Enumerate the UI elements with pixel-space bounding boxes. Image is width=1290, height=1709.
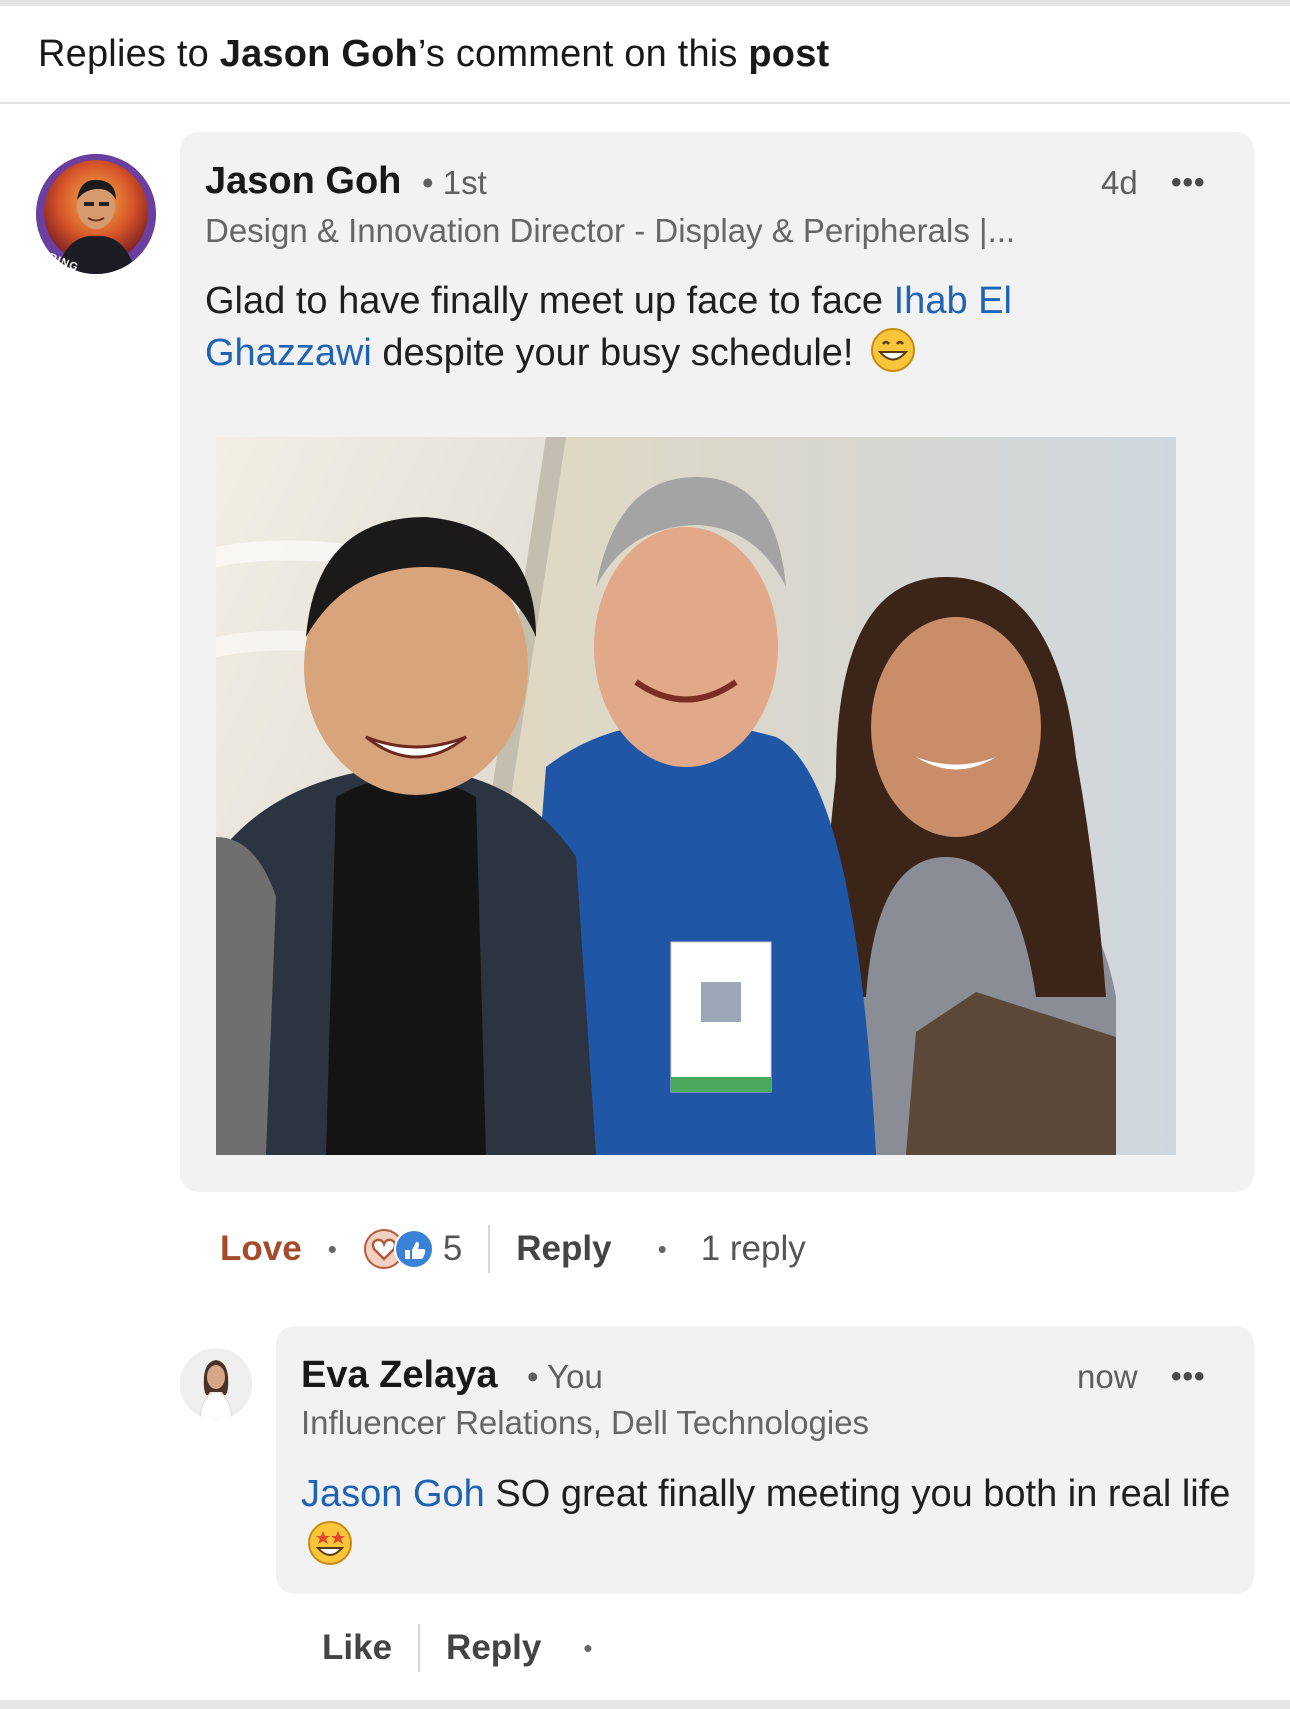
comment-actions: Love • 5 Reply • 1 reply xyxy=(220,1224,806,1274)
comment-author-name[interactable]: Jason Goh xyxy=(205,160,401,203)
comment-text-before: Glad to have finally meet up face to fac… xyxy=(205,280,894,322)
title-post-link[interactable]: post xyxy=(748,33,829,76)
grinning-face-icon xyxy=(871,328,916,372)
reply-button[interactable]: Reply xyxy=(516,1229,611,1269)
comment-photo[interactable] xyxy=(216,437,1176,1155)
selfie-image xyxy=(216,437,1176,1155)
reply-timestamp: now xyxy=(1077,1358,1138,1395)
title-prefix: Replies to xyxy=(38,32,209,75)
reply-button[interactable]: Reply xyxy=(446,1628,541,1668)
love-like-reaction-icon xyxy=(363,1229,434,1269)
action-divider xyxy=(488,1225,491,1273)
title-author-link[interactable]: Jason Goh xyxy=(220,33,418,76)
more-options-icon[interactable]: ••• xyxy=(1171,166,1206,200)
reply-count-link[interactable]: 1 reply xyxy=(701,1229,806,1269)
connection-degree: • 1st xyxy=(422,164,487,201)
star-struck-icon xyxy=(308,1521,352,1565)
mention-link[interactable]: Jason Goh xyxy=(301,1473,485,1515)
separator-dot: • xyxy=(657,1233,667,1264)
title-middle: ’s comment on this xyxy=(417,32,738,75)
author-headline: Design & Innovation Director - Display &… xyxy=(205,212,1016,249)
more-options-icon[interactable]: ••• xyxy=(1171,1360,1206,1394)
separator-dot: • xyxy=(327,1233,337,1264)
eva-avatar-image xyxy=(180,1348,252,1420)
reply-text-after: SO great finally meeting you both in rea… xyxy=(484,1473,1231,1515)
reaction-count: 5 xyxy=(442,1229,463,1268)
reply-author-name[interactable]: Eva Zelaya xyxy=(301,1354,497,1397)
like-button[interactable]: Like xyxy=(322,1628,392,1668)
avatar[interactable] xyxy=(180,1348,252,1420)
reply-author-headline: Influencer Relations, Dell Technologies xyxy=(301,1404,870,1441)
love-reaction-button[interactable]: Love xyxy=(220,1229,302,1269)
action-divider xyxy=(418,1624,421,1672)
reply-text: Jason Goh SO great finally meeting you b… xyxy=(301,1468,1231,1572)
bottom-divider xyxy=(0,1700,1290,1709)
separator-dot: • xyxy=(583,1632,593,1663)
comment-text: Glad to have finally meet up face to fac… xyxy=(205,275,1145,379)
page-title: Replies to Jason Goh’s comment on this p… xyxy=(0,6,1290,104)
reaction-icons[interactable]: 5 xyxy=(363,1228,462,1270)
comment-timestamp: 4d xyxy=(1101,164,1138,201)
reply-actions: Like Reply • xyxy=(322,1623,592,1673)
reply-author-tag: • You xyxy=(527,1358,603,1395)
comment-text-after: despite your busy schedule! xyxy=(371,332,854,374)
